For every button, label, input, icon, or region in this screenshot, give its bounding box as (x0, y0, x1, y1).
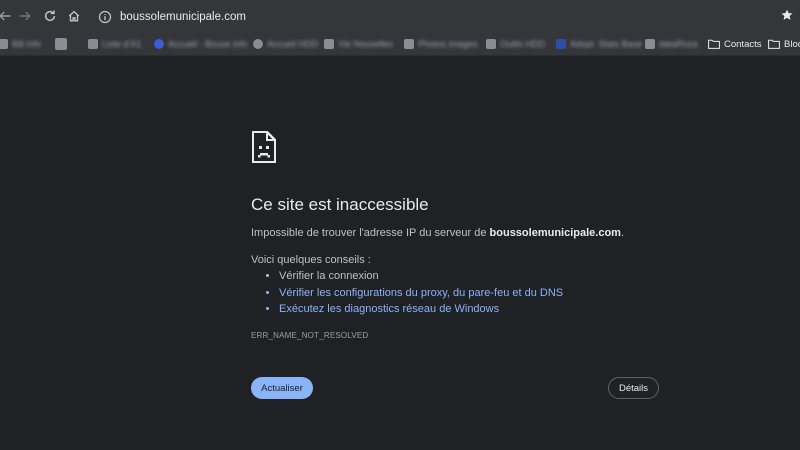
bookmark-folder-bloc[interactable]: Bloc (768, 36, 800, 52)
info-icon[interactable] (98, 10, 112, 24)
home-button[interactable] (65, 7, 83, 25)
bookmark-item[interactable]: Outils HDD (486, 36, 545, 52)
bookmark-item[interactable]: Vie Nouvelles (324, 36, 393, 52)
arrow-left-icon (0, 11, 11, 21)
url-text[interactable]: boussolemunicipale.com (120, 11, 246, 23)
bookmark-favicon-icon (88, 39, 98, 49)
bookmark-favicon-icon (486, 39, 496, 49)
bookmark-favicon-icon (154, 39, 164, 49)
tips-heading: Voici quelques conseils : (251, 254, 371, 266)
bookmark-item[interactable]: Adopt. Stats Base (556, 36, 642, 52)
bookmark-favicon-icon (404, 39, 414, 49)
tip-check-proxy-link[interactable]: Vérifier les configurations du proxy, du… (279, 285, 563, 302)
reload-button[interactable] (41, 7, 59, 25)
home-icon (68, 10, 80, 22)
bookmark-favicon-icon (55, 38, 67, 50)
arrow-right-icon (19, 11, 31, 21)
reload-page-button[interactable]: Actualiser (251, 377, 313, 399)
address-bar[interactable]: boussolemunicipale.com (92, 4, 772, 29)
bookmark-item[interactable]: Liste d'A1 (88, 36, 141, 52)
bookmark-item[interactable]: Bill info (0, 36, 41, 52)
tip-check-connection: Vérifier la connexion (279, 268, 563, 285)
error-code: ERR_NAME_NOT_RESOLVED (251, 331, 369, 340)
tips-list: Vérifier la connexion Vérifier les confi… (251, 268, 563, 318)
bookmark-favicon-icon (324, 39, 334, 49)
folder-icon (768, 39, 780, 49)
bookmark-item[interactable]: dataRoza (645, 36, 698, 52)
bookmark-item[interactable]: Photos images (404, 36, 478, 52)
sad-page-icon (251, 130, 277, 164)
bookmarks-bar: Bill info Liste d'A1 Accueil - Bouse inf… (0, 33, 800, 56)
bookmark-item[interactable]: Accueil HDD (253, 36, 318, 52)
bookmark-favicon-icon (645, 39, 655, 49)
bookmark-folder-contacts[interactable]: Contacts (708, 36, 762, 52)
error-description: Impossible de trouver l'adresse IP du se… (251, 227, 625, 239)
details-button[interactable]: Détails (608, 377, 659, 399)
tip-run-diagnostics-link[interactable]: Exécutez les diagnostics réseau de Windo… (279, 301, 563, 318)
page-title: Ce site est inaccessible (251, 195, 429, 214)
back-button[interactable] (0, 7, 14, 25)
reload-icon (44, 10, 56, 22)
bookmark-favicon-icon (253, 39, 263, 49)
bookmark-item[interactable] (55, 36, 71, 52)
bookmark-star-icon[interactable] (780, 8, 794, 22)
bookmark-item[interactable]: Accueil - Bouse info (154, 36, 248, 52)
domain-name: boussolemunicipale.com (489, 227, 621, 239)
bookmark-favicon-icon (556, 39, 566, 49)
error-content: Ce site est inaccessible Impossible de t… (251, 130, 671, 340)
browser-toolbar: boussolemunicipale.com (0, 0, 800, 33)
forward-button[interactable] (16, 7, 34, 25)
folder-icon (708, 39, 720, 49)
bookmark-favicon-icon (0, 39, 8, 49)
